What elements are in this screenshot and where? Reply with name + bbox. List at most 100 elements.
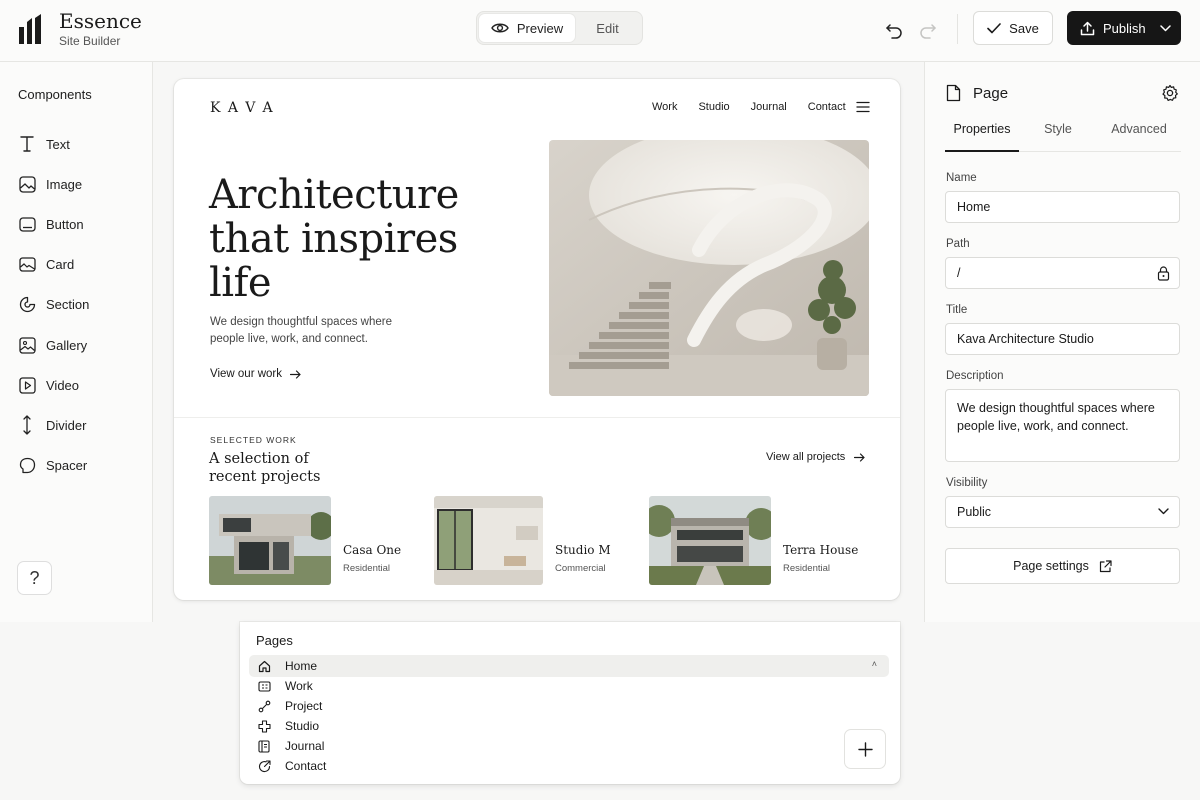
page-item-work[interactable]: Work	[249, 676, 889, 696]
page-label: Contact	[285, 759, 327, 773]
view-all-label: View all projects	[766, 451, 846, 463]
component-image[interactable]: Image	[18, 164, 89, 204]
video-icon	[18, 377, 36, 394]
canvas-preview[interactable]: KAVA Work Studio Journal Contact Archite…	[174, 79, 900, 600]
visibility-value: Public	[957, 505, 992, 519]
component-label: Button	[46, 216, 84, 232]
pages-list: Home ˄ Work Project Studio Journal Conta…	[249, 655, 889, 776]
name-field[interactable]: Home	[945, 191, 1180, 223]
project-name: Terra House	[783, 543, 859, 557]
component-label: Video	[46, 377, 80, 393]
lock-icon	[1157, 266, 1170, 281]
edit-button[interactable]: Edit	[575, 14, 640, 42]
inspector-panel: Page Properties Style Advanced Name Home…	[924, 62, 1200, 622]
components-list: Text Image Button Card Section Gallery V…	[18, 124, 89, 486]
section-divider	[174, 417, 900, 418]
hero-title: Architecture that inspires life	[209, 172, 459, 306]
project-category: Commercial	[555, 563, 606, 574]
essence-logo-icon	[19, 14, 41, 44]
visibility-label: Visibility	[946, 477, 988, 489]
path-field[interactable]: /	[945, 257, 1180, 289]
component-video[interactable]: Video	[18, 365, 89, 405]
project-category: Residential	[783, 563, 830, 574]
page-item-home[interactable]: Home ˄	[249, 655, 889, 677]
app-name: Essence	[59, 9, 142, 33]
upload-icon	[1080, 21, 1095, 35]
page-label: Journal	[285, 739, 325, 753]
component-spacer[interactable]: Spacer	[18, 446, 89, 486]
contact-icon	[258, 759, 271, 772]
plus-icon	[857, 741, 873, 757]
site-nav-studio[interactable]: Studio	[698, 101, 729, 113]
external-link-icon	[1099, 559, 1112, 572]
collapse-caret-icon[interactable]: ˄	[872, 659, 877, 669]
site-nav-contact[interactable]: Contact	[808, 101, 846, 113]
text-icon	[20, 136, 34, 152]
section-icon	[19, 297, 35, 313]
arrow-right-icon	[854, 452, 865, 462]
hamburger-menu-icon[interactable]	[856, 101, 870, 113]
tab-style[interactable]: Style	[1019, 122, 1097, 152]
puzzle-icon	[258, 719, 271, 733]
mode-toggle: Preview Edit	[476, 11, 643, 45]
brand[interactable]: Essence Site Builder	[18, 10, 142, 48]
path-value: /	[957, 266, 961, 280]
gear-icon[interactable]	[1161, 84, 1179, 102]
page-settings-button[interactable]: Page settings	[945, 548, 1180, 584]
component-divider[interactable]: Divider	[18, 405, 89, 445]
project-card-terra-house[interactable]: Terra House Residential	[649, 496, 858, 585]
component-card[interactable]: Card	[18, 245, 89, 285]
component-button[interactable]: Button	[18, 204, 89, 244]
tab-properties[interactable]: Properties	[945, 122, 1019, 152]
page-settings-label: Page settings	[1013, 559, 1089, 573]
redo-icon[interactable]	[917, 18, 939, 40]
component-section[interactable]: Section	[18, 285, 89, 325]
check-icon	[987, 22, 1001, 33]
page-label: Work	[285, 679, 313, 693]
hero-description: We design thoughtful spaces where people…	[210, 316, 392, 345]
book-icon	[258, 739, 270, 753]
site-nav-journal[interactable]: Journal	[751, 101, 787, 113]
project-card-studio-m[interactable]: Studio M Commercial	[434, 496, 611, 585]
project-card-casa-one[interactable]: Casa One Residential	[209, 496, 401, 585]
component-text[interactable]: Text	[18, 124, 89, 164]
edit-label: Edit	[596, 20, 619, 36]
help-button[interactable]: ?	[17, 561, 52, 595]
name-value: Home	[957, 200, 991, 214]
page-label: Project	[285, 699, 323, 713]
pages-panel: Pages Home ˄ Work Project Studio Journal…	[240, 622, 900, 784]
project-image	[649, 496, 771, 585]
view-all-projects-link[interactable]: View all projects	[766, 451, 865, 463]
preview-button[interactable]: Preview	[479, 14, 575, 42]
add-page-button[interactable]	[844, 729, 886, 769]
tab-advanced[interactable]: Advanced	[1097, 122, 1181, 152]
page-label: Home	[285, 659, 318, 673]
save-label: Save	[1009, 20, 1039, 36]
title-label: Title	[946, 304, 968, 316]
project-category: Residential	[343, 563, 390, 574]
site-logo[interactable]: KAVA	[210, 100, 281, 116]
page-item-studio[interactable]: Studio	[249, 716, 889, 736]
title-field[interactable]: Kava Architecture Studio	[945, 323, 1180, 355]
selected-work-title: A selection of recent projects	[209, 451, 321, 485]
component-label: Card	[46, 257, 75, 273]
component-label: Spacer	[46, 458, 88, 474]
undo-icon[interactable]	[883, 18, 905, 40]
component-gallery[interactable]: Gallery	[18, 325, 89, 365]
chevron-down-icon[interactable]	[1159, 24, 1171, 32]
visibility-select[interactable]: Public	[945, 496, 1180, 528]
components-title: Components	[18, 87, 92, 102]
project-image	[434, 496, 543, 585]
save-button[interactable]: Save	[973, 11, 1053, 45]
publish-button[interactable]: Publish	[1067, 11, 1181, 45]
view-our-work-link[interactable]: View our work	[210, 368, 301, 380]
eye-icon	[491, 23, 509, 33]
grid-icon	[258, 680, 271, 692]
page-item-contact[interactable]: Contact	[249, 756, 889, 776]
page-item-project[interactable]: Project	[249, 696, 889, 716]
description-field[interactable]: We design thoughtful spaces where people…	[945, 389, 1180, 462]
site-nav-work[interactable]: Work	[652, 101, 677, 113]
page-item-journal[interactable]: Journal	[249, 736, 889, 756]
component-label: Image	[46, 176, 83, 192]
project-name: Studio M	[555, 543, 611, 557]
